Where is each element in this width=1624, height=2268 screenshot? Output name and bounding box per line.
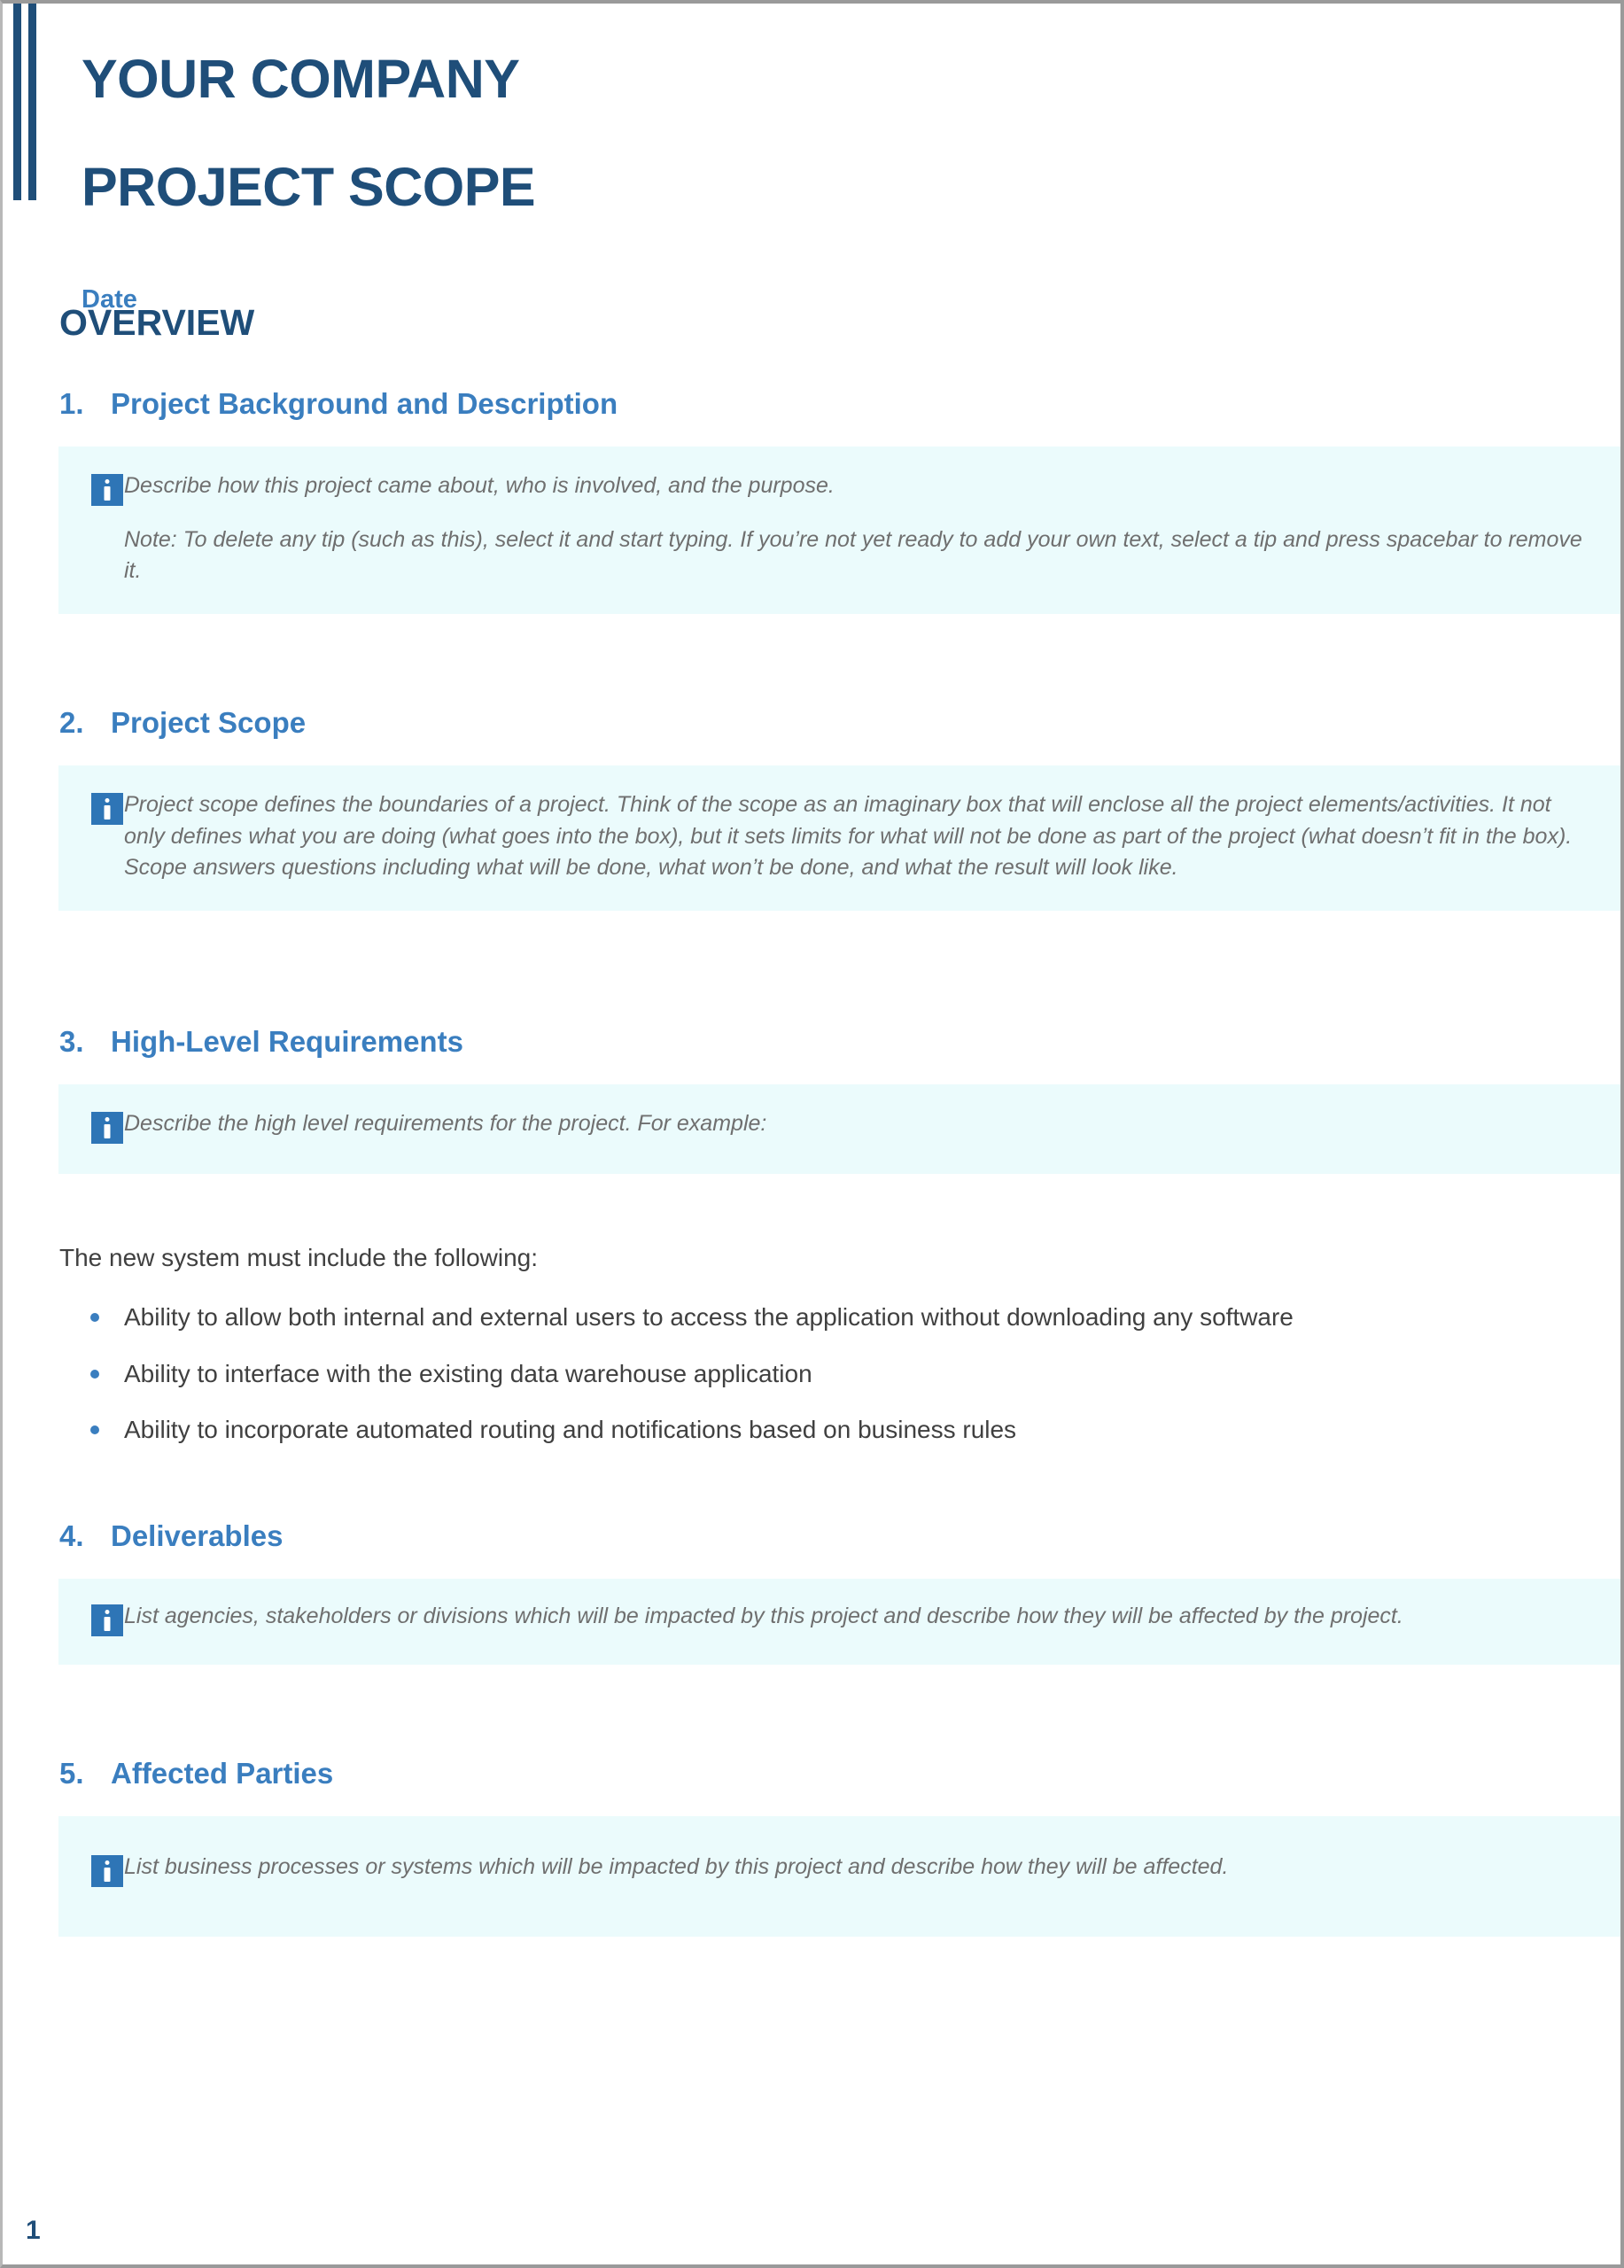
- info-icon-stem: [104, 1123, 111, 1138]
- header-text-block: YOUR COMPANY PROJECT SCOPE Date: [82, 4, 536, 313]
- list-item: Ability to interface with the existing d…: [90, 1358, 1620, 1390]
- section-project-background: 1. Project Background and Description De…: [3, 387, 1620, 614]
- document-body: OVERVIEW 1. Project Background and Descr…: [3, 302, 1620, 1938]
- section-project-scope: 2. Project Scope Project scope defines t…: [3, 705, 1620, 911]
- section-number-2: 2.: [59, 705, 84, 739]
- info-icon-dot: [105, 798, 110, 804]
- tip-paragraph: List business processes or systems which…: [124, 1854, 1229, 1880]
- section-deliverables: 4. Deliverables List agencies, stakehold…: [3, 1518, 1620, 1665]
- page-title-line-2: PROJECT SCOPE: [82, 157, 536, 217]
- section-heading-3: 3. High-Level Requirements: [59, 1024, 1620, 1058]
- accent-bar-outer: [13, 4, 21, 200]
- info-icon-stem: [104, 805, 111, 820]
- tip-icon-cell-2: [58, 789, 124, 826]
- section-heading-4: 4. Deliverables: [59, 1518, 1620, 1552]
- tip-paragraph: List agencies, stakeholders or divisions…: [124, 1603, 1403, 1628]
- document-header: YOUR COMPANY PROJECT SCOPE Date: [3, 4, 1620, 313]
- requirements-bullet-list: Ability to allow both internal and exter…: [3, 1301, 1620, 1446]
- section-heading-2: 2. Project Scope: [59, 705, 1620, 739]
- info-icon: [91, 1111, 123, 1144]
- tip-icon-cell-1: [58, 470, 124, 507]
- info-icon-stem: [104, 1616, 111, 1631]
- tip-icon-cell-3: [58, 1108, 124, 1144]
- tip-text-1: Describe how this project came about, wh…: [124, 470, 1594, 587]
- info-icon: [91, 1604, 123, 1636]
- tip-callout-1[interactable]: Describe how this project came about, wh…: [58, 447, 1620, 614]
- section-heading-5: 5. Affected Parties: [59, 1756, 1620, 1790]
- section-title-2: Project Scope: [111, 705, 307, 739]
- section-number-3: 3.: [59, 1024, 84, 1058]
- tip-icon-cell-5: [58, 1852, 124, 1888]
- tip-callout-2[interactable]: Project scope defines the boundaries of …: [58, 765, 1620, 911]
- section-title-4: Deliverables: [111, 1518, 284, 1552]
- section-number-5: 5.: [59, 1756, 84, 1790]
- tip-text-4: List agencies, stakeholders or divisions…: [124, 1601, 1594, 1633]
- info-icon-stem: [104, 1868, 111, 1883]
- tip-text-3: Describe the high level requirements for…: [124, 1108, 1594, 1140]
- overview-heading: OVERVIEW: [59, 302, 255, 343]
- page-title-line-1: YOUR COMPANY: [82, 49, 520, 109]
- page-title: YOUR COMPANY PROJECT SCOPE: [82, 4, 536, 268]
- bullet-dot-icon: [90, 1369, 99, 1379]
- info-icon-dot: [105, 1609, 110, 1614]
- bullet-dot-icon: [90, 1425, 99, 1435]
- info-icon-stem: [104, 486, 111, 501]
- section-number-1: 1.: [59, 387, 84, 421]
- tip-icon-cell-4: [58, 1601, 124, 1636]
- document-footer: 1: [3, 2183, 1620, 2264]
- tip-text-5: List business processes or systems which…: [124, 1852, 1594, 1884]
- tip-callout-5[interactable]: List business processes or systems which…: [58, 1816, 1620, 1938]
- section-number-4: 4.: [59, 1518, 84, 1552]
- requirements-intro-paragraph: The new system must include the followin…: [59, 1243, 539, 1271]
- info-icon-dot: [105, 479, 110, 485]
- tip-paragraph: Note: To delete any tip (such as this), …: [124, 526, 1582, 584]
- section-title-3: High-Level Requirements: [111, 1024, 463, 1058]
- info-icon-dot: [105, 1860, 110, 1866]
- accent-bar-inner: [28, 4, 36, 200]
- info-icon-dot: [105, 1116, 110, 1122]
- info-icon: [91, 1855, 123, 1888]
- tip-paragraph: Describe the high level requirements for…: [124, 1110, 767, 1136]
- section-high-level-requirements: 3. High-Level Requirements Describe the …: [3, 1024, 1620, 1447]
- section-title-1: Project Background and Description: [111, 387, 618, 421]
- tip-callout-4[interactable]: List agencies, stakeholders or divisions…: [58, 1578, 1620, 1665]
- tip-paragraph: Project scope defines the boundaries of …: [124, 792, 1573, 881]
- info-icon: [91, 474, 123, 507]
- bullet-dot-icon: [90, 1313, 99, 1323]
- tip-text-2: Project scope defines the boundaries of …: [124, 789, 1594, 884]
- info-icon: [91, 793, 123, 826]
- section-title-5: Affected Parties: [111, 1756, 334, 1790]
- list-item-text: Ability to allow both internal and exter…: [124, 1303, 1294, 1332]
- header-accent-bars: [13, 4, 43, 200]
- section-affected-parties: 5. Affected Parties List business proces…: [3, 1756, 1620, 1938]
- list-item-text: Ability to incorporate automated routing…: [124, 1416, 1017, 1444]
- document-page: YOUR COMPANY PROJECT SCOPE Date OVERVIEW…: [0, 0, 1624, 2268]
- tip-callout-3[interactable]: Describe the high level requirements for…: [58, 1084, 1620, 1174]
- list-item: Ability to incorporate automated routing…: [90, 1414, 1620, 1446]
- list-item-text: Ability to interface with the existing d…: [124, 1359, 812, 1387]
- section-heading-1: 1. Project Background and Description: [59, 387, 1620, 421]
- list-item: Ability to allow both internal and exter…: [90, 1301, 1620, 1333]
- page-number: 1: [26, 2216, 41, 2245]
- tip-paragraph: Describe how this project came about, wh…: [124, 473, 835, 499]
